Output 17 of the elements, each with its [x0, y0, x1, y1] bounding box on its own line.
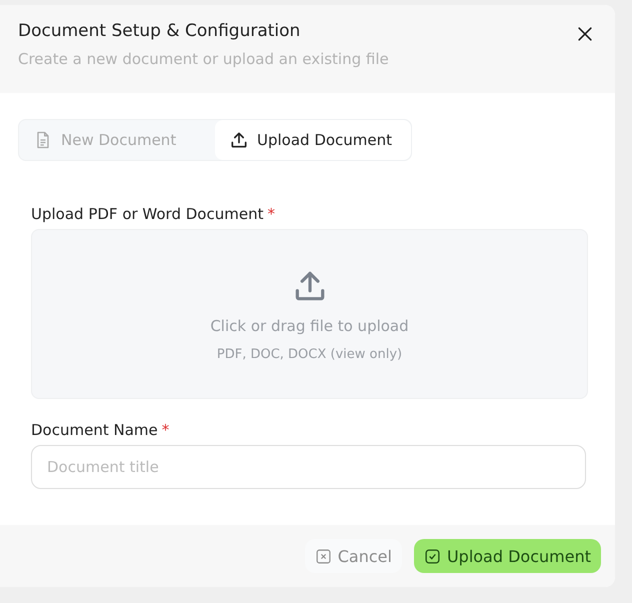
dialog-title: Document Setup & Configuration: [18, 21, 302, 41]
upload-button[interactable]: Upload Document: [414, 539, 601, 573]
field-label: Upload PDF or Word Document: [31, 205, 264, 223]
upload-icon: [229, 130, 249, 150]
checkbox-icon: [424, 548, 441, 564]
close-icon: [314, 548, 332, 564]
tab[interactable]: New Document: [19, 120, 215, 160]
drop-prompt: Click or drag file to upload: [210, 316, 409, 334]
drop-zone[interactable]: Click or drag file to upload PDF, DOC, DOCX (view only): [31, 229, 588, 399]
drop-hint: PDF, DOC, DOCX (view only): [216, 346, 402, 362]
dialog-subtitle: Create a new document or upload an existing file: [18, 50, 389, 68]
cancel-button[interactable]: Cancel: [304, 539, 402, 573]
field-label: Document Name: [31, 421, 158, 439]
required-mark: *: [162, 421, 170, 439]
input-field[interactable]: Document title: [31, 445, 586, 489]
tab[interactable]: Upload Document: [215, 120, 411, 160]
required-mark: *: [267, 205, 275, 223]
